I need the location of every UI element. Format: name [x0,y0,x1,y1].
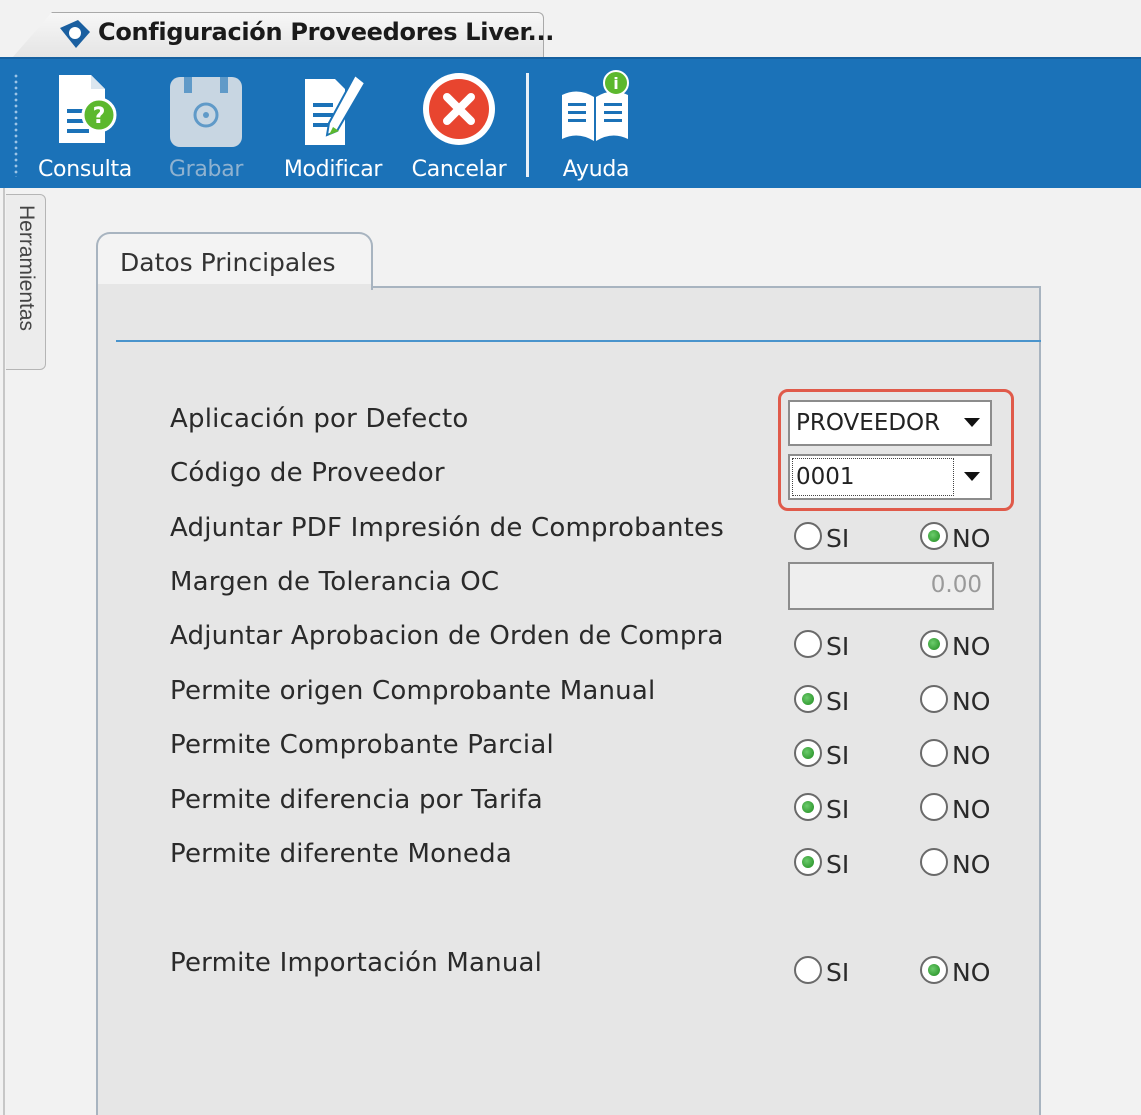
ayuda-label: Ayuda [562,157,630,182]
adjuntar-aprobacion-no-radio[interactable]: NO [920,626,990,661]
importacion-manual-no-radio[interactable]: NO [920,952,990,987]
consulta-button[interactable]: ? Consulta [36,59,134,190]
label-adjuntar-pdf: Adjuntar PDF Impresión de Comprobantes [170,513,724,543]
svg-text:?: ? [93,104,106,129]
disk-save-icon [166,69,246,151]
origen-comprobante-no-radio[interactable]: NO [920,681,990,716]
margen-tolerancia-value: 0.00 [930,572,982,598]
ayuda-button[interactable]: i Ayuda [556,59,636,190]
toolbar-separator [526,73,529,177]
label-importacion-manual: Permite Importación Manual [170,948,543,978]
cancelar-button[interactable]: Cancelar [408,59,510,190]
cancelar-label: Cancelar [411,157,507,182]
importacion-manual-si-radio[interactable]: SI [794,952,849,987]
document-question-icon: ? [45,69,125,151]
adjuntar-pdf-si-radio[interactable]: SI [794,518,849,553]
label-adjuntar-aprobacion: Adjuntar Aprobacion de Orden de Compra [170,621,724,651]
window-title: Configuración Proveedores Liver... [98,18,555,46]
app-logo-icon [60,20,90,48]
adjuntar-pdf-no-radio[interactable]: NO [920,518,990,553]
document-edit-icon [293,69,373,151]
herramientas-label: Herramientas [15,205,38,332]
adjuntar-aprobacion-si-radio[interactable]: SI [794,626,849,661]
herramientas-tab[interactable]: Herramientas [6,194,46,370]
comprobante-parcial-no-radio[interactable]: NO [920,735,990,770]
grabar-button[interactable]: Grabar [166,59,246,190]
tab-datos-principales-label: Datos Principales [120,248,336,277]
diferente-moneda-si-radio[interactable]: SI [794,844,849,879]
side-panel-border [3,188,5,1115]
label-diferencia-tarifa: Permite diferencia por Tarifa [170,785,543,815]
grabar-label: Grabar [168,157,244,182]
label-codigo-de-proveedor: Código de Proveedor [170,458,445,488]
diferente-moneda-no-radio[interactable]: NO [920,844,990,879]
margen-tolerancia-input[interactable]: 0.00 [788,562,994,610]
diferencia-tarifa-si-radio[interactable]: SI [794,789,849,824]
comprobante-parcial-si-radio[interactable]: SI [794,735,849,770]
help-book-icon: i [556,69,636,151]
label-origen-comprobante-manual: Permite origen Comprobante Manual [170,676,656,706]
toolbar: ? Consulta Grabar Modificar Cancelar i A… [0,57,1141,188]
label-comprobante-parcial: Permite Comprobante Parcial [170,730,554,760]
svg-text:i: i [613,74,618,93]
label-diferente-moneda: Permite diferente Moneda [170,839,512,869]
tab-datos-principales[interactable]: Datos Principales [96,232,373,290]
panel-divider [116,340,1041,342]
label-margen-tolerancia: Margen de Tolerancia OC [170,567,500,597]
modificar-label: Modificar [283,157,383,182]
cancel-x-icon [419,69,499,151]
consulta-label: Consulta [38,157,132,182]
modificar-button[interactable]: Modificar [280,59,386,190]
label-aplicacion-por-defecto: Aplicación por Defecto [170,404,469,434]
toolbar-grip[interactable] [14,73,18,177]
highlight-box [778,389,1014,511]
origen-comprobante-si-radio[interactable]: SI [794,681,849,716]
diferencia-tarifa-no-radio[interactable]: NO [920,789,990,824]
